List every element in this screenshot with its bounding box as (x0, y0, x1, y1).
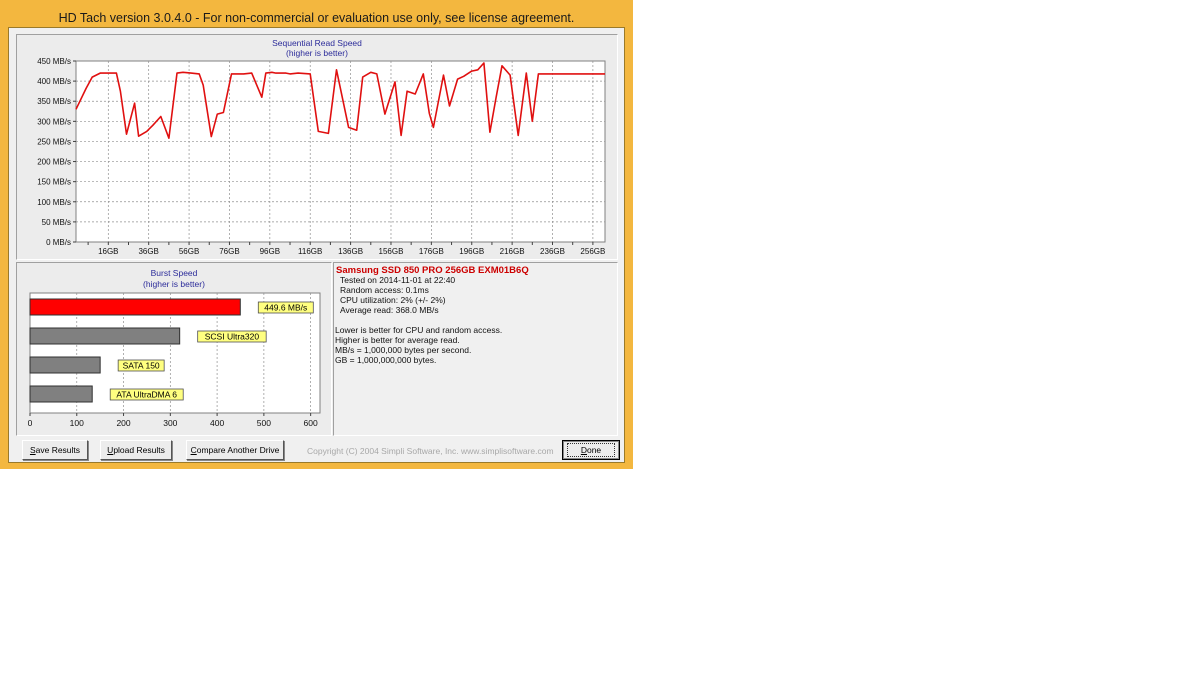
client-area: Sequential Read Speed (higher is better)… (8, 27, 625, 463)
sequential-read-chart: 450 MB/s 400 MB/s 350 MB/s 300 MB/s 250 MB/s… (37, 57, 606, 256)
burst-x-tick-label: 100 (70, 418, 84, 428)
drive-info-panel: Samsung SSD 850 PRO 256GB EXM01B6Q Teste… (333, 262, 618, 436)
sequential-x-tick-label: 76GB (219, 247, 239, 256)
sequential-y-tick-label: 400 MB/s (37, 77, 71, 86)
cpu-utilization: CPU utilization: 2% (+/- 2%) (340, 295, 446, 305)
burst-bar (29, 327, 181, 345)
sequential-read-panel: Sequential Read Speed (higher is better)… (16, 34, 618, 260)
burst-x-tick-label: 300 (163, 418, 177, 428)
note-mbs-definition: MB/s = 1,000,000 bytes per second. (335, 345, 472, 355)
save-results-label: ave Results (35, 445, 81, 455)
done-focus-rect: Done (567, 443, 615, 457)
sequential-x-tick-label: 256GB (580, 247, 605, 256)
burst-x-tick-label: 600 (304, 418, 318, 428)
sequential-y-tick-label: 350 MB/s (37, 97, 71, 106)
burst-bar-label: SATA 150 (123, 361, 160, 371)
sequential-y-tick-label: 0 MB/s (46, 238, 71, 247)
sequential-y-tick-label: 100 MB/s (37, 198, 71, 207)
upload-results-label: pload Results (113, 445, 165, 455)
sequential-y-tick-label: 250 MB/s (37, 137, 71, 146)
sequential-x-tick-label: 116GB (298, 247, 322, 256)
compare-label: ompare Another Drive (196, 445, 280, 455)
sequential-x-tick-label: 196GB (459, 247, 484, 256)
save-results-button[interactable]: Save Results (22, 440, 88, 460)
burst-bar-label: 449.6 MB/s (264, 303, 307, 313)
burst-bar-label: SCSI Ultra320 (205, 332, 260, 342)
sequential-y-tick-label: 450 MB/s (37, 57, 71, 66)
burst-x-tick-label: 0 (28, 418, 33, 428)
sequential-x-tick-label: 16GB (98, 247, 118, 256)
random-access: Random access: 0.1ms (340, 285, 429, 295)
compare-another-drive-button[interactable]: Compare Another Drive (186, 440, 284, 460)
sequential-x-tick-label: 136GB (338, 247, 363, 256)
done-label: one (586, 445, 602, 455)
burst-speed-panel: Burst Speed (higher is better) 0 100 200 30… (16, 262, 332, 436)
tested-on: Tested on 2014-11-01 at 22:40 (340, 275, 456, 285)
burst-x-tick-label: 500 (257, 418, 271, 428)
sequential-x-tick-label: 176GB (419, 247, 444, 256)
sequential-x-tick-label: 156GB (379, 247, 404, 256)
burst-bar (29, 356, 101, 374)
copyright-text: Copyright (C) 2004 Simpli Software, Inc.… (307, 446, 554, 456)
sequential-x-tick-label: 56GB (179, 247, 199, 256)
sequential-x-tick-label: 36GB (138, 247, 158, 256)
note-lower-better: Lower is better for CPU and random acces… (335, 325, 503, 335)
burst-x-tick-label: 400 (210, 418, 224, 428)
burst-x-tick-label: 200 (116, 418, 130, 428)
sequential-y-tick-label: 50 MB/s (42, 218, 71, 227)
burst-speed-chart: 0 100 200 300 400 500 600 449.6 MB/s SCSI Ultra3… (28, 292, 321, 428)
burst-bar (29, 385, 93, 403)
sequential-x-tick-label: 216GB (500, 247, 525, 256)
note-higher-better: Higher is better for average read. (335, 335, 460, 345)
sequential-y-tick-label: 200 MB/s (37, 158, 71, 167)
average-read: Average read: 368.0 MB/s (340, 305, 439, 315)
upload-results-button[interactable]: Upload Results (100, 440, 172, 460)
note-gb-definition: GB = 1,000,000,000 bytes. (335, 355, 437, 365)
sequential-y-tick-label: 300 MB/s (37, 117, 71, 126)
sequential-y-tick-label: 150 MB/s (37, 178, 71, 187)
done-button[interactable]: Done (562, 440, 620, 460)
sequential-x-tick-label: 236GB (540, 247, 565, 256)
burst-bar (29, 298, 241, 316)
hdtach-window: HD Tach version 3.0.4.0 - For non-commer… (0, 0, 633, 469)
sequential-x-tick-label: 96GB (260, 247, 280, 256)
burst-bar-label: ATA UltraDMA 6 (116, 390, 177, 400)
